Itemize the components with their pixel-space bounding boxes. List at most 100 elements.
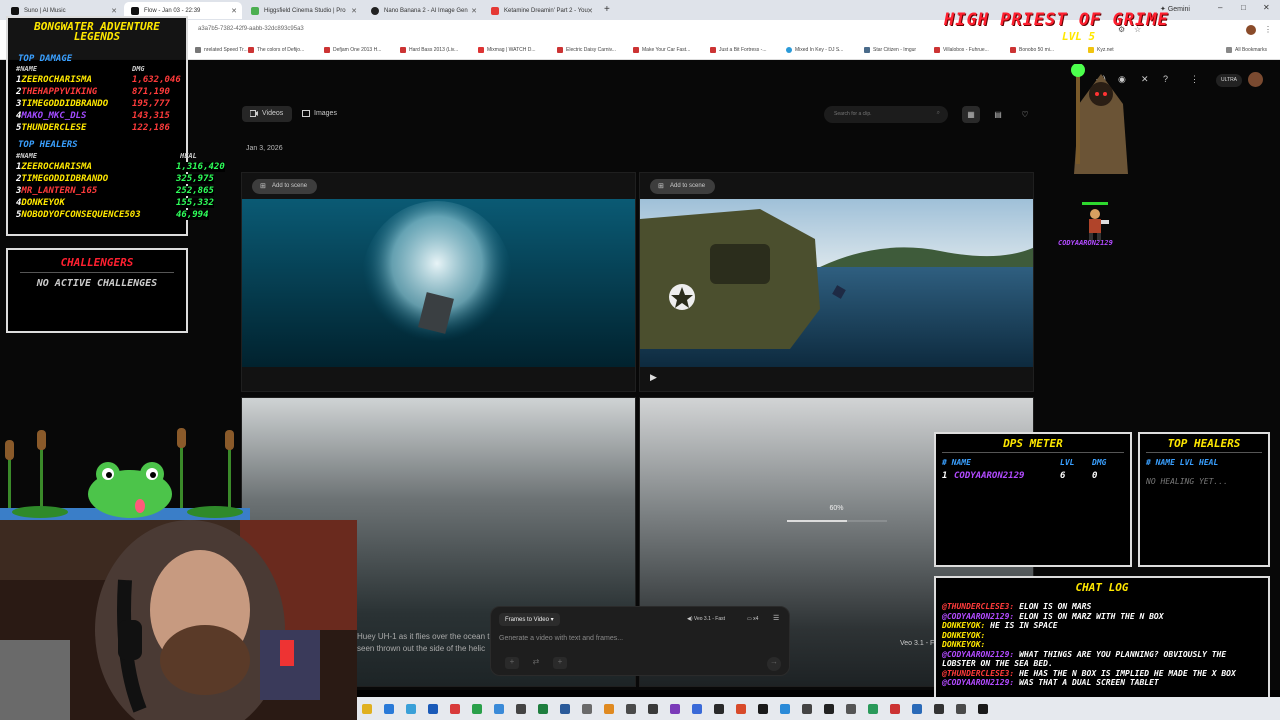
tab-label: Nano Banana 2 - AI Image Gen xyxy=(384,8,468,14)
mode-selector[interactable]: Frames to Video ▾ xyxy=(499,613,560,626)
divider xyxy=(1146,452,1262,453)
menu-kebab-icon[interactable]: ⋮ xyxy=(1264,25,1272,34)
bookmark-label: Defjam One 2013 H... xyxy=(333,47,382,53)
taskbar-app-icon[interactable] xyxy=(802,704,812,714)
bookmark-item[interactable]: Star Citizen - Imgur xyxy=(864,47,916,53)
tab-videos[interactable]: Videos xyxy=(242,106,292,122)
add-frame-icon[interactable]: + xyxy=(553,657,567,669)
user-avatar[interactable] xyxy=(1248,72,1263,87)
healer-row: 4DONKEYOK 155,332 xyxy=(16,198,214,208)
close-icon[interactable]: ✕ xyxy=(111,7,117,15)
chat-text: ELON IS ON MARZ WITH THE N BOX xyxy=(1014,611,1164,621)
maximize-icon[interactable]: □ xyxy=(1241,3,1246,12)
col-name: NAME xyxy=(951,458,971,467)
taskbar-app-icon[interactable] xyxy=(450,704,460,714)
taskbar-app-icon[interactable] xyxy=(934,704,944,714)
top-healers-panel: TOP HEALERS # NAME LVL HEAL NO HEALING Y… xyxy=(1138,432,1270,567)
profile-avatar[interactable] xyxy=(1246,25,1256,35)
bookmark-label: Hard Bass 2013 (Liv... xyxy=(409,47,459,53)
bookmark-item[interactable]: nrelated Speed Tr... xyxy=(195,47,248,53)
taskbar-app-icon[interactable] xyxy=(494,704,504,714)
helicopter-thumbnail xyxy=(640,199,1033,367)
taskbar-app-icon[interactable] xyxy=(692,704,702,714)
taskbar-app-icon[interactable] xyxy=(956,704,966,714)
taskbar-app-icon[interactable] xyxy=(824,704,834,714)
more-menu-icon[interactable]: ⋮ xyxy=(1190,74,1199,85)
add-scene-icon: ⊞ xyxy=(260,183,266,190)
favorites-button[interactable]: ♡ xyxy=(1016,106,1034,123)
taskbar-app-icon[interactable] xyxy=(428,704,438,714)
bookmark-item[interactable]: Just a Bit Fortress -... xyxy=(710,47,767,53)
minimize-icon[interactable]: – xyxy=(1218,3,1222,12)
taskbar-app-icon[interactable] xyxy=(780,704,790,714)
add-to-scene-button[interactable]: ⊞ Add to scene xyxy=(252,179,318,194)
output-count[interactable]: ▭ x4 xyxy=(747,616,758,622)
taskbar-app-icon[interactable] xyxy=(626,704,636,714)
tab-images[interactable]: Images xyxy=(294,106,344,122)
taskbar-app-icon[interactable] xyxy=(406,704,416,714)
taskbar-app-icon[interactable] xyxy=(516,704,526,714)
x-social-icon[interactable]: ✕ xyxy=(1141,74,1149,85)
taskbar-app-icon[interactable] xyxy=(758,704,768,714)
taskbar-app-icon[interactable] xyxy=(890,704,900,714)
bookmark-item[interactable]: Mixed In Key - DJ S... xyxy=(786,47,843,53)
taskbar-app-icon[interactable] xyxy=(868,704,878,714)
send-arrow-icon[interactable]: → xyxy=(767,657,781,671)
taskbar-app-icon[interactable] xyxy=(736,704,746,714)
bookmark-item[interactable]: Make Your Car Fast... xyxy=(633,47,690,53)
taskbar-app-icon[interactable] xyxy=(472,704,482,714)
gemini-label: Gemini xyxy=(1167,6,1190,13)
bookmark-item[interactable]: Kyz.net xyxy=(1088,47,1114,53)
taskbar-app-icon[interactable] xyxy=(714,704,724,714)
bookmark-item[interactable]: Defjam One 2013 H... xyxy=(324,47,381,53)
chat-message: @CODYAARON2129: ELON IS ON MARZ WITH THE… xyxy=(942,612,1264,622)
bookmark-item[interactable]: Hard Bass 2013 (Liv... xyxy=(400,47,458,53)
taskbar-app-icon[interactable] xyxy=(538,704,548,714)
bookmarks-bar: nrelated Speed Tr... The colors of Defij… xyxy=(0,42,1280,60)
swap-icon[interactable]: ⇄ xyxy=(529,657,543,669)
tab-label: Higgsfield Cinema Studio | Pro xyxy=(264,8,346,14)
video-card[interactable]: ⊞ Add to scene xyxy=(241,172,636,392)
close-icon[interactable]: ✕ xyxy=(471,7,477,15)
bookmark-item[interactable]: Bonobo 50 mi... xyxy=(1010,47,1054,53)
taskbar-app-icon[interactable] xyxy=(846,704,856,714)
col-dmg: DMG xyxy=(132,65,145,73)
model-selector[interactable]: ◀) Veo 3.1 - Fast xyxy=(687,616,725,622)
bookmark-item[interactable]: Electric Daisy Carniv... xyxy=(557,47,616,53)
play-icon[interactable]: ▶ xyxy=(650,372,657,383)
add-frame-icon[interactable]: + xyxy=(505,657,519,669)
bookmark-item[interactable]: Mixmag | WATCH D... xyxy=(478,47,536,53)
add-to-scene-button[interactable]: ⊞ Add to scene xyxy=(650,179,716,194)
clip-search-input[interactable]: Search for a clip. ⌕ xyxy=(824,106,948,123)
browser-tab[interactable]: Higgsfield Cinema Studio | Pro ✕ xyxy=(244,2,362,19)
taskbar-app-icon[interactable] xyxy=(912,704,922,714)
taskbar-app-icon[interactable] xyxy=(384,704,394,714)
close-icon[interactable]: ✕ xyxy=(231,7,237,15)
taskbar-app-icon[interactable] xyxy=(582,704,592,714)
grid-view-button[interactable]: ▦ xyxy=(962,106,980,123)
new-tab-icon[interactable]: + xyxy=(604,4,610,15)
bookmark-item[interactable]: The colors of Defijo... xyxy=(248,47,304,53)
taskbar-app-icon[interactable] xyxy=(648,704,658,714)
taskbar-app-icon[interactable] xyxy=(670,704,680,714)
taskbar-app-icon[interactable] xyxy=(978,704,988,714)
chat-user: DONKEYOK: xyxy=(942,630,986,640)
list-view-button[interactable]: ▤ xyxy=(989,106,1007,123)
settings-icon[interactable]: ☰ xyxy=(773,614,779,622)
browser-tab[interactable]: Ketamine Dreamin' Part 2 - You ✕ xyxy=(484,2,598,19)
bookmark-item[interactable]: Villalobos - Fuhrue... xyxy=(934,47,989,53)
window-close-icon[interactable]: ✕ xyxy=(1263,3,1270,12)
taskbar-app-icon[interactable] xyxy=(362,704,372,714)
taskbar-app-icon[interactable] xyxy=(604,704,614,714)
close-icon[interactable]: ✕ xyxy=(351,7,357,15)
grid-icon: ▦ xyxy=(967,110,975,119)
taskbar-app-icon[interactable] xyxy=(560,704,570,714)
video-card[interactable]: ⊞ Add to scene ▶ xyxy=(639,172,1034,392)
browser-tab[interactable]: Nano Banana 2 - AI Image Gen ✕ xyxy=(364,2,482,19)
bookmark-label: Star Citizen - Imgur xyxy=(873,47,917,53)
all-bookmarks-button[interactable]: All Bookmarks xyxy=(1226,47,1267,53)
prompt-input[interactable]: Generate a video with text and frames... xyxy=(499,635,623,642)
close-icon[interactable]: ✕ xyxy=(587,7,593,15)
help-icon[interactable]: ? xyxy=(1163,74,1168,84)
bookmark-label: Mixed In Key - DJ S... xyxy=(795,47,844,53)
